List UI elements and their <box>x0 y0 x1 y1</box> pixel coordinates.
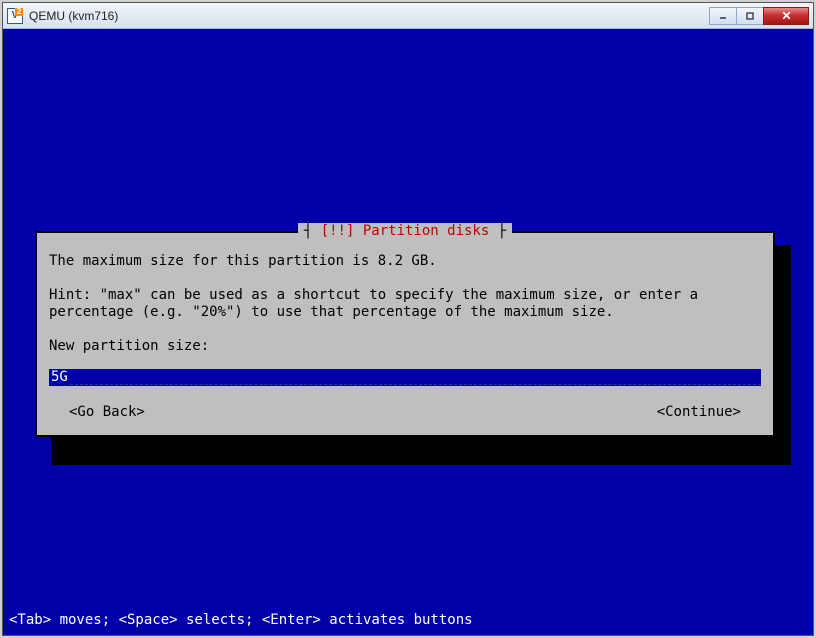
maximize-button[interactable] <box>736 7 764 25</box>
partition-size-input[interactable]: 5G <box>49 369 761 386</box>
close-icon <box>781 10 792 21</box>
app-window: V QEMU (kvm716) ┤ [!!] Partition disks ├ <box>2 2 814 636</box>
minimize-icon <box>718 11 728 21</box>
minimize-button[interactable] <box>709 7 737 25</box>
go-back-button[interactable]: <Go Back> <box>69 404 145 421</box>
terminal-screen: ┤ [!!] Partition disks ├ The maximum siz… <box>3 29 813 635</box>
close-button[interactable] <box>763 7 809 25</box>
window-buttons <box>710 7 809 25</box>
window-title: QEMU (kvm716) <box>29 9 710 23</box>
vnc-icon: V <box>7 8 23 24</box>
dialog-info: The maximum size for this partition is 8… <box>49 253 761 270</box>
dialog-prompt: New partition size: <box>49 338 761 355</box>
titlebar[interactable]: V QEMU (kvm716) <box>3 3 813 29</box>
footer-hint: <Tab> moves; <Space> selects; <Enter> ac… <box>9 612 473 629</box>
continue-button[interactable]: <Continue> <box>657 404 741 421</box>
input-remainder <box>70 369 761 386</box>
maximize-icon <box>745 11 755 21</box>
dialog-title: ┤ [!!] Partition disks ├ <box>298 223 512 240</box>
partition-size-value: 5G <box>49 369 70 386</box>
dialog-title-marker: [!!] <box>321 223 355 239</box>
partition-dialog: ┤ [!!] Partition disks ├ The maximum siz… <box>35 231 775 437</box>
dialog-hint: Hint: "max" can be used as a shortcut to… <box>49 287 761 321</box>
dialog-title-text: Partition disks <box>363 223 489 239</box>
